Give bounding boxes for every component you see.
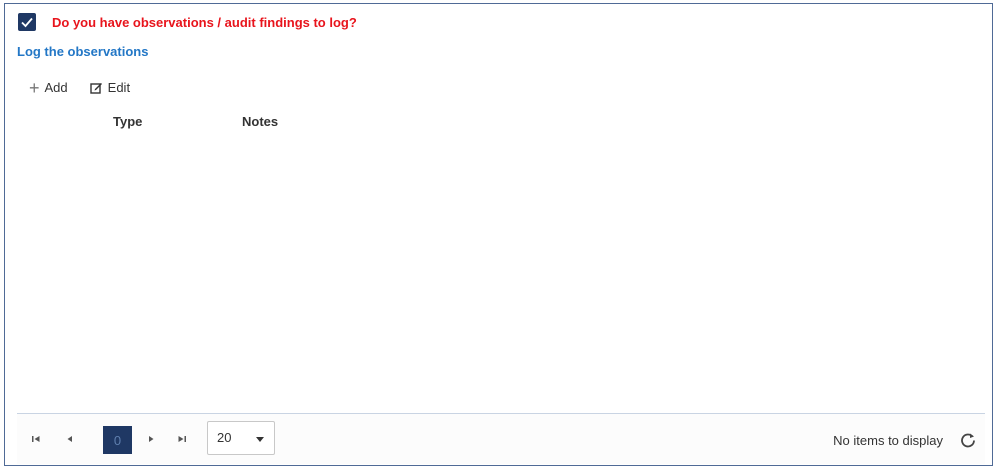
previous-page-icon [67, 436, 72, 442]
column-header-type[interactable]: Type [113, 114, 142, 129]
observations-checkbox[interactable] [18, 13, 36, 31]
observations-question: Do you have observations / audit finding… [52, 14, 357, 30]
column-header-notes[interactable]: Notes [242, 114, 278, 129]
checkmark-icon [21, 17, 33, 28]
refresh-button[interactable] [959, 431, 977, 449]
edit-button-label: Edit [107, 80, 131, 95]
previous-page-button[interactable] [63, 432, 77, 446]
edit-button[interactable]: Edit [89, 80, 131, 95]
grid-toolbar: + Add Edit [29, 77, 131, 98]
chevron-down-icon [256, 437, 264, 442]
grid-body [17, 132, 985, 412]
page-size-value: 20 [217, 430, 232, 445]
section-title: Log the observations [17, 44, 149, 59]
add-button-label: Add [44, 80, 68, 95]
last-page-icon [178, 436, 186, 442]
observations-panel: Do you have observations / audit finding… [4, 3, 993, 466]
refresh-icon [961, 433, 975, 448]
next-page-button[interactable] [144, 432, 158, 446]
edit-icon [89, 81, 103, 94]
pager-status: No items to display [833, 433, 943, 448]
page-size-select[interactable]: 20 [207, 421, 275, 455]
next-page-icon [149, 436, 154, 442]
first-page-icon [32, 436, 40, 442]
observations-toggle-row: Do you have observations / audit finding… [18, 13, 357, 31]
add-button[interactable]: + Add [29, 77, 68, 98]
first-page-button[interactable] [29, 432, 43, 446]
current-page-button[interactable]: 0 [103, 426, 132, 454]
grid-pager: 0 20 No items to display [17, 413, 985, 464]
last-page-button[interactable] [175, 432, 189, 446]
plus-icon: + [29, 77, 40, 98]
